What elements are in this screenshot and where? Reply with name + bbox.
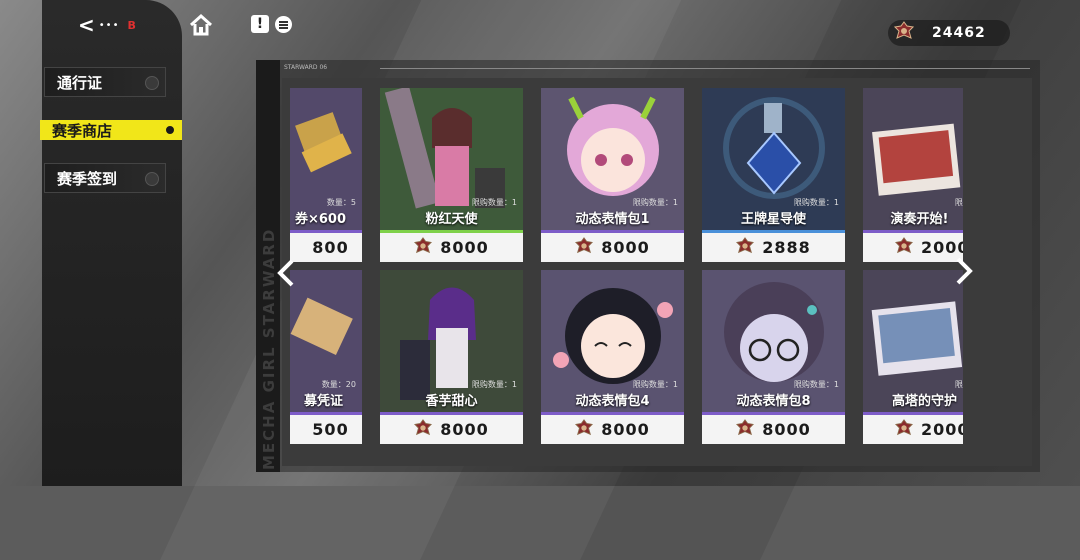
purchase-limit: 数量：20 [321,380,356,389]
item-name: 券×600 [294,212,347,227]
seal-coin-icon [575,418,594,441]
item-name: 王牌星导使 [740,212,806,227]
radio-dot-icon [164,124,176,136]
purchase-limit: 限购数量：1 [471,380,517,389]
seal-coin-icon [736,236,755,259]
price-value: 8000 [601,420,650,439]
item-price: 2888 [702,233,845,262]
item-price: 2000 [863,233,963,262]
radio-dot-icon [145,172,159,186]
item-name: 动态表情包1 [575,212,650,227]
price-value: 2000 [921,238,963,257]
item-price: 8000 [541,415,684,444]
currency-amount: 24462 [932,25,986,41]
alert-icon[interactable]: ! [251,15,269,33]
currency-display: 24462 [888,20,1010,46]
item-name: 粉红天使 [425,212,478,227]
radio-dot-icon [145,76,159,90]
shop-item-card[interactable]: 数量：5 券×600 800 [290,88,362,262]
purchase-limit: 限购数量：1 [954,198,963,207]
purchase-limit: 限购数量：1 [632,198,678,207]
seal-coin-icon [414,418,433,441]
scroll-right-icon[interactable] [950,256,976,286]
item-price: 8000 [380,233,523,262]
purchase-limit: 限购数量：1 [632,380,678,389]
item-name: 香芋甜心 [425,394,478,409]
divider [380,68,1030,69]
price-value: 8000 [440,420,489,439]
sidebar-item-season-signin[interactable]: 赛季签到 [44,163,166,193]
seal-coin-icon [894,418,914,441]
seal-coin-icon [575,236,594,259]
price-value: 8000 [601,238,650,257]
back-button[interactable]: < ••• B [78,13,136,37]
purchase-limit: 限购数量：1 [954,380,963,389]
item-name: 动态表情包4 [575,394,650,409]
purchase-limit: 限购数量：1 [793,380,839,389]
shop-item-card[interactable]: 限购数量：1 演奏开始! 2000 [863,88,963,262]
item-price: 8000 [541,233,684,262]
shop-item-card[interactable]: 限购数量：1 动态表情包4 8000 [541,270,684,444]
item-name: 高塔的守护 [891,394,957,409]
sidebar-item-label: 通行证 [57,73,103,92]
item-price: 800 [290,233,362,262]
price-value: 800 [312,238,349,257]
item-price: 500 [290,415,362,444]
price-value: 8000 [440,238,489,257]
item-price: 8000 [380,415,523,444]
price-value: 2888 [762,238,811,257]
back-arrow-icon: < [78,13,95,37]
shop-grid: 数量：5 券×600 800 限购数量：1 粉红天使 8000 限购数量：1 动… [290,88,963,446]
shop-item-card[interactable]: 限购数量：1 粉红天使 8000 [380,88,523,262]
sidebar-item-season-shop[interactable]: 赛季商店 [40,120,182,140]
menu-icon[interactable] [275,16,292,33]
seal-coin-icon [893,21,915,45]
price-value: 500 [312,420,349,439]
price-value: 2000 [921,420,963,439]
shop-item-card[interactable]: 限购数量：1 王牌星导使 2888 [702,88,845,262]
scroll-left-icon[interactable] [274,258,300,288]
shop-item-card[interactable]: 限购数量：1 动态表情包1 8000 [541,88,684,262]
purchase-limit: 限购数量：1 [471,198,517,207]
seal-coin-icon [894,236,914,259]
back-hotkey-label: B [127,18,136,32]
seal-coin-icon [414,236,433,259]
item-name: 动态表情包8 [736,394,811,409]
shop-item-card[interactable]: 限购数量：1 动态表情包8 8000 [702,270,845,444]
panel-header: STARWARD 06 [284,64,328,71]
sidebar-item-label: 赛季签到 [57,169,118,188]
shop-item-card[interactable]: 限购数量：1 香芋甜心 8000 [380,270,523,444]
home-icon[interactable] [188,12,214,38]
price-value: 8000 [762,420,811,439]
dots-icon: ••• [98,19,120,31]
sidebar-item-label: 赛季商店 [52,121,113,140]
shop-item-card[interactable]: 数量：20 募凭证 500 [290,270,362,444]
item-name: 募凭证 [303,394,343,409]
item-name: 演奏开始! [890,212,949,227]
shop-item-card[interactable]: 限购数量：1 高塔的守护 2000 [863,270,963,444]
sidebar-item-pass[interactable]: 通行证 [44,67,166,97]
seal-coin-icon [736,418,755,441]
purchase-limit: 限购数量：1 [793,198,839,207]
purchase-limit: 数量：5 [326,198,356,207]
item-price: 2000 [863,415,963,444]
item-price: 8000 [702,415,845,444]
